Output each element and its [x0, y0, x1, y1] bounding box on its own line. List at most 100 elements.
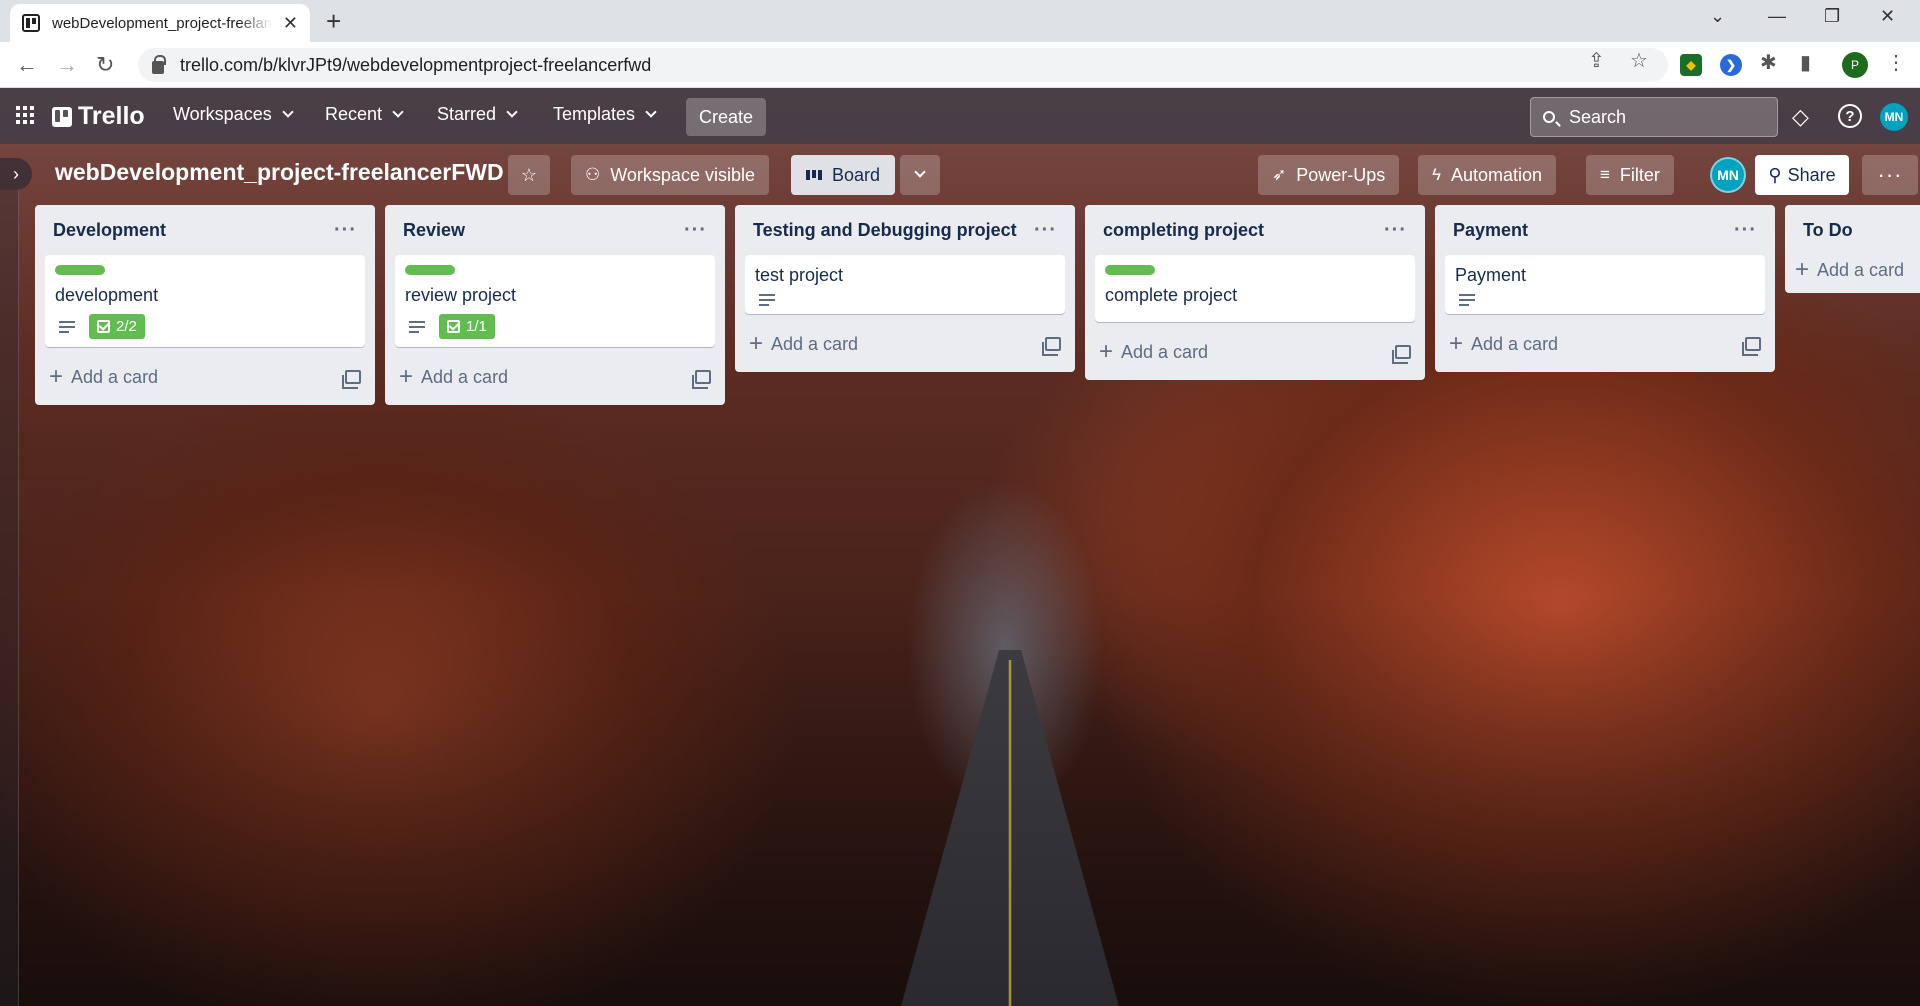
automation-label: Automation [1451, 164, 1543, 185]
list-actions-icon[interactable]: ··· [1384, 219, 1407, 242]
card[interactable]: review project 1/1 [395, 255, 715, 347]
add-card-button[interactable]: + Add a card [35, 357, 375, 397]
list-title[interactable]: Payment [1453, 220, 1528, 241]
browser-tab[interactable]: webDevelopment_project-freelancerFWD ✕ [10, 4, 310, 42]
add-card-label: Add a card [1817, 259, 1905, 280]
card-title: Payment [1455, 265, 1527, 285]
card-badges [755, 294, 1055, 306]
create-button[interactable]: Create [686, 98, 766, 136]
reload-icon[interactable]: ↻ [96, 52, 114, 78]
extension-2-icon[interactable]: ❯ [1720, 54, 1742, 76]
url-field[interactable]: trello.com/b/klvrJPt9/webdevelopmentproj… [138, 48, 1668, 82]
board-view-icon [805, 170, 822, 180]
board-menu-button[interactable]: ··· [1862, 155, 1918, 195]
filter-button[interactable]: ≡ Filter [1586, 155, 1674, 195]
add-person-icon: ⚲ [1768, 164, 1782, 185]
checklist-count: 2/2 [116, 318, 137, 335]
list-actions-icon[interactable]: ··· [1034, 219, 1057, 242]
automation-button[interactable]: ϟ Automation [1418, 155, 1557, 195]
visibility-button[interactable]: ⚇ Workspace visible [571, 155, 769, 195]
bookmark-star-icon[interactable]: ☆ [1630, 48, 1648, 73]
list-header[interactable]: To Do [1785, 205, 1920, 255]
add-card-label: Add a card [1121, 341, 1209, 362]
menu-starred[interactable]: Starred [437, 104, 518, 125]
card-label[interactable] [405, 265, 455, 275]
add-card-button[interactable]: + Add a card [1435, 324, 1775, 364]
card-template-icon[interactable] [692, 370, 711, 389]
forward-icon[interactable]: → [56, 52, 78, 78]
card[interactable]: Payment [1445, 255, 1765, 314]
board-member-avatar[interactable]: MN [1710, 157, 1746, 193]
extension-1-icon[interactable]: ◆ [1680, 54, 1702, 76]
board-title[interactable]: webDevelopment_project-freelancerFWD [55, 159, 504, 186]
star-board-icon[interactable]: ☆ [508, 155, 550, 195]
side-panel-icon[interactable]: ▮ [1800, 50, 1811, 75]
menu-workspaces[interactable]: Workspaces [173, 104, 294, 125]
list-header[interactable]: completing project ··· [1085, 205, 1425, 255]
card[interactable]: complete project [1095, 255, 1415, 322]
new-tab-icon[interactable]: + [326, 6, 341, 37]
list-review: Review ··· review project 1/1 + Add a ca… [385, 205, 725, 405]
list-header[interactable]: Testing and Debugging project ··· [735, 205, 1075, 255]
menu-templates[interactable]: Templates [553, 104, 657, 125]
add-card-button[interactable]: + Add a card [735, 324, 1075, 364]
add-card-button[interactable]: + Add a card [385, 357, 725, 397]
list-title[interactable]: To Do [1803, 220, 1853, 241]
description-icon [1459, 294, 1475, 306]
restore-icon[interactable]: ❐ [1824, 6, 1840, 27]
list-actions-icon[interactable]: ··· [1734, 219, 1757, 242]
card-template-icon[interactable] [1742, 337, 1761, 356]
user-avatar[interactable]: MN [1880, 103, 1908, 131]
list-title[interactable]: Review [403, 220, 465, 241]
chevron-down-icon [282, 106, 294, 118]
close-window-icon[interactable]: ✕ [1880, 6, 1895, 27]
board-view-button[interactable]: Board [791, 155, 895, 195]
help-icon[interactable]: ? [1838, 104, 1862, 128]
extensions-puzzle-icon[interactable]: ✱ [1760, 50, 1777, 75]
share-button[interactable]: ⚲ Share [1755, 155, 1849, 195]
description-icon [409, 320, 425, 333]
card-template-icon[interactable] [1392, 345, 1411, 364]
list-title[interactable]: completing project [1103, 220, 1264, 241]
search-icon [1543, 111, 1555, 123]
checklist-icon [447, 320, 460, 333]
trello-logo[interactable]: Trello [52, 102, 145, 131]
card-label[interactable] [55, 265, 105, 275]
app-switcher-icon[interactable] [16, 106, 34, 124]
card-label[interactable] [1105, 265, 1155, 275]
browser-profile-avatar[interactable]: P [1842, 52, 1868, 78]
back-icon[interactable]: ← [16, 52, 38, 78]
card-template-icon[interactable] [1042, 337, 1061, 356]
browser-menu-icon[interactable]: ⋮ [1886, 50, 1906, 75]
card[interactable]: development 2/2 [45, 255, 365, 347]
menu-recent[interactable]: Recent [325, 104, 404, 125]
card-template-icon[interactable] [342, 370, 361, 389]
add-card-button[interactable]: + Add a card [1085, 332, 1425, 372]
checklist-badge: 1/1 [439, 314, 495, 339]
view-switcher-button[interactable] [900, 155, 940, 195]
list-actions-icon[interactable]: ··· [334, 219, 357, 242]
close-tab-icon[interactable]: ✕ [283, 13, 298, 34]
list-title[interactable]: Testing and Debugging project [753, 220, 1017, 241]
list-header[interactable]: Development ··· [35, 205, 375, 255]
checklist-badge: 2/2 [89, 314, 145, 339]
minimize-icon[interactable]: — [1768, 6, 1786, 27]
expand-sidebar-icon[interactable]: › [0, 158, 32, 190]
rocket-icon: ➶ [1272, 165, 1287, 184]
tab-search-chevron-icon[interactable]: ⌄ [1710, 6, 1725, 27]
add-card-label: Add a card [771, 333, 859, 354]
share-page-icon[interactable]: ⇪ [1588, 48, 1605, 73]
card[interactable]: test project [745, 255, 1065, 314]
add-card-button[interactable]: + Add a card [1785, 255, 1920, 285]
powerups-button[interactable]: ➶ Power-Ups [1258, 155, 1400, 195]
add-card-label: Add a card [71, 366, 159, 387]
list-actions-icon[interactable]: ··· [684, 219, 707, 242]
notifications-icon[interactable]: ◇ [1792, 104, 1809, 130]
list-header[interactable]: Review ··· [385, 205, 725, 255]
list-title[interactable]: Development [53, 220, 166, 241]
trello-logo-icon [52, 106, 72, 127]
trello-favicon-icon [22, 14, 40, 32]
list-header[interactable]: Payment ··· [1435, 205, 1775, 255]
search-input[interactable]: Search [1530, 97, 1778, 137]
browser-tab-strip: webDevelopment_project-freelancerFWD ✕ +… [0, 0, 1920, 42]
